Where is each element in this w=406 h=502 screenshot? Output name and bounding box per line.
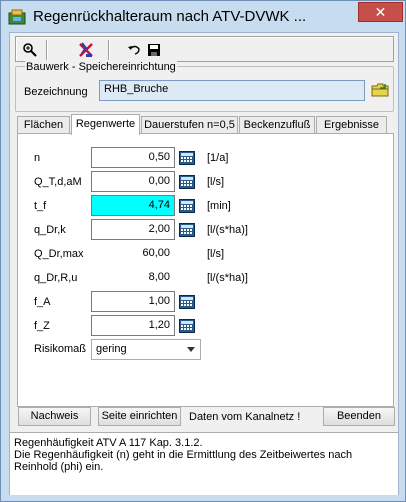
param-label-q-dr-max: Q_Dr,max bbox=[34, 248, 84, 260]
save-icon[interactable] bbox=[144, 40, 164, 60]
param-value-q-dr-r-u: 8,00 bbox=[148, 271, 170, 283]
window-title: Regenrückhalteraum nach ATV-DVWK ... bbox=[33, 8, 307, 25]
tab-regenwerte[interactable]: Regenwerte bbox=[71, 114, 140, 135]
param-label-n: n bbox=[34, 152, 41, 164]
tab-beckenzufluss[interactable]: Beckenzufluß bbox=[239, 116, 315, 134]
chevron-down-icon bbox=[187, 347, 195, 352]
app-icon bbox=[8, 9, 26, 25]
param-unit-q-dr-k: [l/(s*ha)] bbox=[207, 224, 248, 236]
tab-dauerstufen[interactable]: Dauerstufen n=0,5 bbox=[141, 116, 238, 134]
bezeichnung-field[interactable]: RHB_Bruche bbox=[99, 80, 365, 101]
param-label-q-dr-k: q_Dr,k bbox=[34, 224, 66, 236]
param-field-n[interactable]: 0,50 bbox=[91, 147, 175, 168]
param-unit-t-f: [min] bbox=[207, 200, 231, 212]
calculator-icon[interactable] bbox=[176, 171, 197, 192]
param-unit-q-dr-r-u: [l/(s*ha)] bbox=[207, 272, 248, 284]
param-value-q-dr-max: 60,00 bbox=[142, 247, 170, 259]
app-window: Regenrückhalteraum nach ATV-DVWK ... ✕ B… bbox=[0, 0, 406, 502]
folder-icon[interactable] bbox=[370, 80, 390, 100]
bauwerk-group: Bauwerk - Speichereinrichtung Bezeichnun… bbox=[15, 61, 394, 112]
toolbar bbox=[15, 36, 394, 62]
info-description: Die Regenhäufigkeit (n) geht in die Ermi… bbox=[14, 449, 353, 473]
seite-einrichten-button[interactable]: Seite einrichten bbox=[98, 407, 181, 426]
tab-bar: Flächen Regenwerte Dauerstufen n=0,5 Bec… bbox=[17, 114, 397, 135]
title-bar[interactable]: Regenrückhalteraum nach ATV-DVWK ... ✕ bbox=[1, 1, 405, 33]
regenwerte-panel: n 0,50 [1/a] Q_T,d,aM 0,00 [l/s] t_f 4,7… bbox=[17, 133, 394, 407]
close-button[interactable]: ✕ bbox=[358, 2, 403, 22]
tab-flaechen[interactable]: Flächen bbox=[17, 116, 70, 134]
param-unit-q-dr-max: [l/s] bbox=[207, 248, 225, 260]
param-unit-q-t-d-am: [l/s] bbox=[207, 176, 225, 188]
param-unit-n: [1/a] bbox=[207, 152, 229, 164]
cross-out-icon[interactable] bbox=[76, 40, 96, 60]
magnifier-icon[interactable] bbox=[20, 40, 40, 60]
tab-ergebnisse[interactable]: Ergebnisse bbox=[316, 116, 387, 134]
client-area: Bauwerk - Speichereinrichtung Bezeichnun… bbox=[9, 32, 399, 495]
info-title: Regenhäufigkeit ATV A 117 Kap. 3.1.2. bbox=[14, 437, 203, 449]
param-label-f-a: f_A bbox=[34, 296, 51, 308]
calculator-icon[interactable] bbox=[176, 195, 197, 216]
param-field-q-dr-k[interactable]: 2,00 bbox=[91, 219, 175, 240]
toolbar-separator bbox=[108, 40, 110, 60]
calculator-icon[interactable] bbox=[176, 147, 197, 168]
calculator-icon[interactable] bbox=[176, 315, 197, 336]
nachweis-button[interactable]: Nachweis bbox=[18, 407, 91, 426]
risikomass-selected: gering bbox=[96, 343, 127, 355]
info-box: Regenhäufigkeit ATV A 117 Kap. 3.1.2. Di… bbox=[10, 432, 398, 495]
calculator-icon[interactable] bbox=[176, 219, 197, 240]
bezeichnung-label: Bezeichnung bbox=[24, 86, 88, 98]
risikomass-select[interactable]: gering bbox=[91, 339, 201, 360]
risikomass-label: Risikomaß bbox=[34, 343, 86, 355]
param-label-f-z: f_Z bbox=[34, 320, 50, 332]
toolbar-separator bbox=[46, 40, 48, 60]
status-text: Daten vom Kanalnetz ! bbox=[189, 411, 301, 423]
calculator-icon[interactable] bbox=[176, 291, 197, 312]
param-label-q-dr-r-u: q_Dr,R,u bbox=[34, 272, 78, 284]
param-label-t-f: t_f bbox=[34, 200, 47, 212]
param-field-q-t-d-am[interactable]: 0,00 bbox=[91, 171, 175, 192]
param-field-f-z[interactable]: 1,20 bbox=[91, 315, 175, 336]
beenden-button[interactable]: Beenden bbox=[323, 407, 395, 426]
param-field-f-a[interactable]: 1,00 bbox=[91, 291, 175, 312]
bauwerk-group-title: Bauwerk - Speichereinrichtung bbox=[25, 61, 177, 73]
undo-icon[interactable] bbox=[124, 40, 144, 60]
param-field-t-f[interactable]: 4,74 bbox=[91, 195, 175, 216]
param-label-q-t-d-am: Q_T,d,aM bbox=[34, 176, 82, 188]
